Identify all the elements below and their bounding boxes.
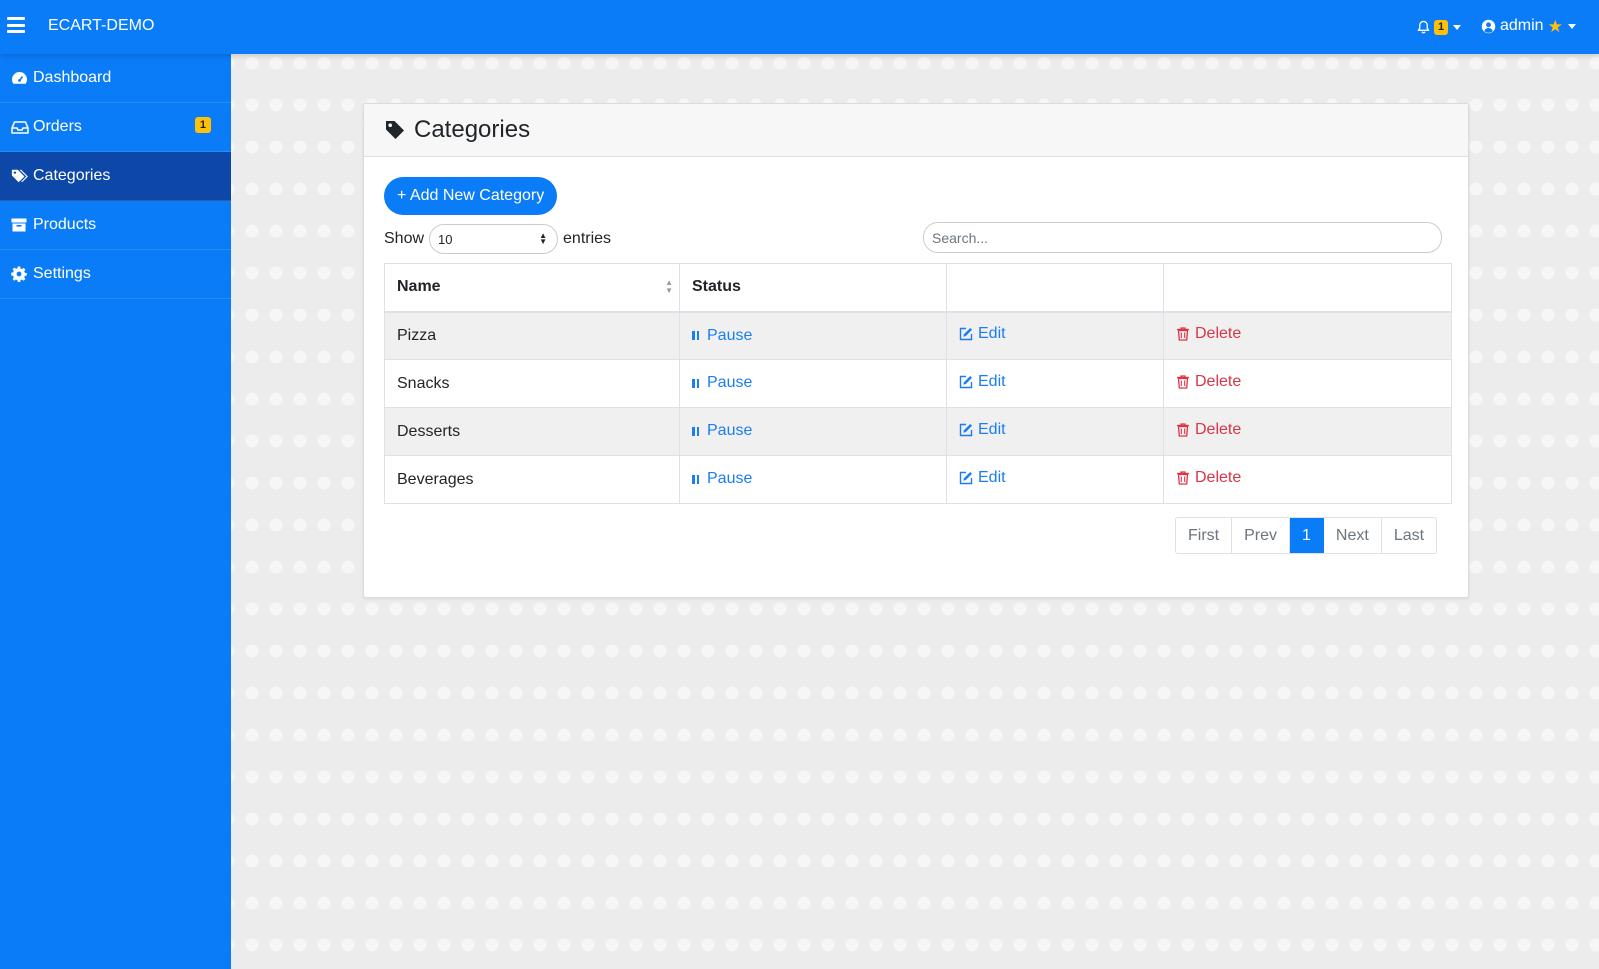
page-title: Categories [414, 116, 531, 143]
page-length-control: Show 10 ▲ ▼ entries [384, 224, 611, 254]
notification-badge: 1 [1434, 19, 1449, 35]
page-first-button[interactable]: First [1176, 518, 1233, 553]
delete-button[interactable]: Delete [1176, 373, 1241, 391]
brand-name[interactable]: ECART-DEMO [48, 17, 154, 35]
pause-button[interactable]: Pause [692, 422, 752, 440]
table-row: Desserts Pause Edit Delete [384, 407, 1452, 456]
table-header-row: Name ▲ ▼ Status [384, 263, 1452, 313]
page-last-button[interactable]: Last [1382, 518, 1436, 553]
tag-icon [386, 121, 404, 139]
sidebar-item-label: Orders [33, 118, 82, 135]
page-number-button[interactable]: 1 [1290, 518, 1324, 553]
column-header-edit [946, 263, 1164, 313]
pause-icon [692, 474, 701, 484]
inbox-icon [11, 119, 29, 135]
notifications-dropdown[interactable]: 1 [1416, 17, 1462, 37]
card-header: Categories [364, 104, 1468, 157]
page-length-select[interactable]: 10 ▲ ▼ [429, 224, 559, 254]
sidebar-item-label: Categories [33, 167, 111, 184]
archive-icon [11, 217, 29, 233]
pause-icon [692, 378, 701, 388]
edit-button[interactable]: Edit [959, 325, 1006, 343]
page-next-button[interactable]: Next [1324, 518, 1382, 553]
top-navbar: ECART-DEMO 1 admin ★ [0, 0, 1599, 54]
show-label: Show [384, 230, 425, 247]
sidebar-item-label: Dashboard [33, 69, 112, 86]
categories-table: Name ▲ ▼ Status Pizza Pause Edit Delete S… [384, 263, 1452, 504]
column-header-name[interactable]: Name ▲ ▼ [384, 263, 680, 313]
tags-icon [11, 168, 29, 184]
sidebar-item-dashboard[interactable]: Dashboard [0, 54, 231, 103]
edit-icon [959, 375, 973, 389]
sidebar-item-orders[interactable]: Orders 1 [0, 103, 231, 152]
pagination: First Prev 1 Next Last [1175, 517, 1438, 554]
categories-card: Categories + Add New Category Show 10 ▲ ▼… [363, 103, 1469, 598]
star-icon: ★ [1547, 16, 1563, 36]
table-row: Beverages Pause Edit Delete [384, 455, 1452, 504]
edit-icon [959, 328, 973, 341]
sidebar-item-label: Products [33, 216, 97, 233]
trash-icon [1177, 471, 1189, 485]
category-name: Pizza [384, 311, 680, 360]
trash-icon [1177, 375, 1189, 389]
trash-icon [1177, 327, 1189, 341]
pause-icon [692, 426, 701, 436]
user-name: admin [1500, 17, 1544, 34]
table-row: Pizza Pause Edit Delete [384, 311, 1452, 360]
sort-updown-icon: ▲ ▼ [539, 231, 548, 246]
edit-button[interactable]: Edit [959, 373, 1006, 391]
sidebar-item-products[interactable]: Products [0, 201, 231, 250]
category-name: Beverages [384, 455, 680, 504]
menu-toggle-icon[interactable] [7, 17, 25, 33]
delete-button[interactable]: Delete [1176, 421, 1241, 439]
edit-icon [959, 423, 973, 437]
orders-count-badge: 1 [194, 117, 211, 133]
category-name: Snacks [384, 359, 680, 408]
edit-icon [959, 471, 973, 485]
add-category-button[interactable]: + Add New Category [384, 177, 558, 215]
edit-button[interactable]: Edit [959, 421, 1006, 439]
pause-button[interactable]: Pause [692, 327, 752, 345]
chevron-down-icon [1453, 24, 1462, 30]
column-header-delete [1163, 263, 1452, 313]
sort-icon: ▲ ▼ [665, 278, 673, 295]
category-name: Desserts [384, 407, 680, 456]
pause-icon [692, 331, 701, 340]
pause-button[interactable]: Pause [692, 374, 752, 392]
gear-icon [11, 266, 29, 282]
user-circle-icon [1481, 19, 1496, 33]
bell-icon [1417, 20, 1430, 33]
sidebar: Dashboard Orders 1 Categories Products S… [0, 54, 231, 969]
pause-button[interactable]: Pause [692, 470, 752, 488]
tachometer-icon [11, 70, 29, 86]
user-menu-dropdown[interactable]: admin ★ [1481, 16, 1576, 36]
sidebar-item-categories[interactable]: Categories [0, 152, 231, 201]
trash-icon [1177, 423, 1189, 437]
sidebar-item-settings[interactable]: Settings [0, 250, 231, 299]
delete-button[interactable]: Delete [1176, 325, 1241, 343]
page-length-value: 10 [438, 231, 453, 247]
column-header-status: Status [679, 263, 947, 313]
delete-button[interactable]: Delete [1176, 469, 1241, 487]
search-input[interactable] [923, 222, 1442, 253]
entries-label: entries [563, 230, 612, 247]
sidebar-item-label: Settings [33, 265, 91, 282]
chevron-down-icon [1567, 23, 1576, 29]
table-row: Snacks Pause Edit Delete [384, 359, 1452, 408]
page-prev-button[interactable]: Prev [1232, 518, 1291, 553]
edit-button[interactable]: Edit [959, 469, 1006, 487]
